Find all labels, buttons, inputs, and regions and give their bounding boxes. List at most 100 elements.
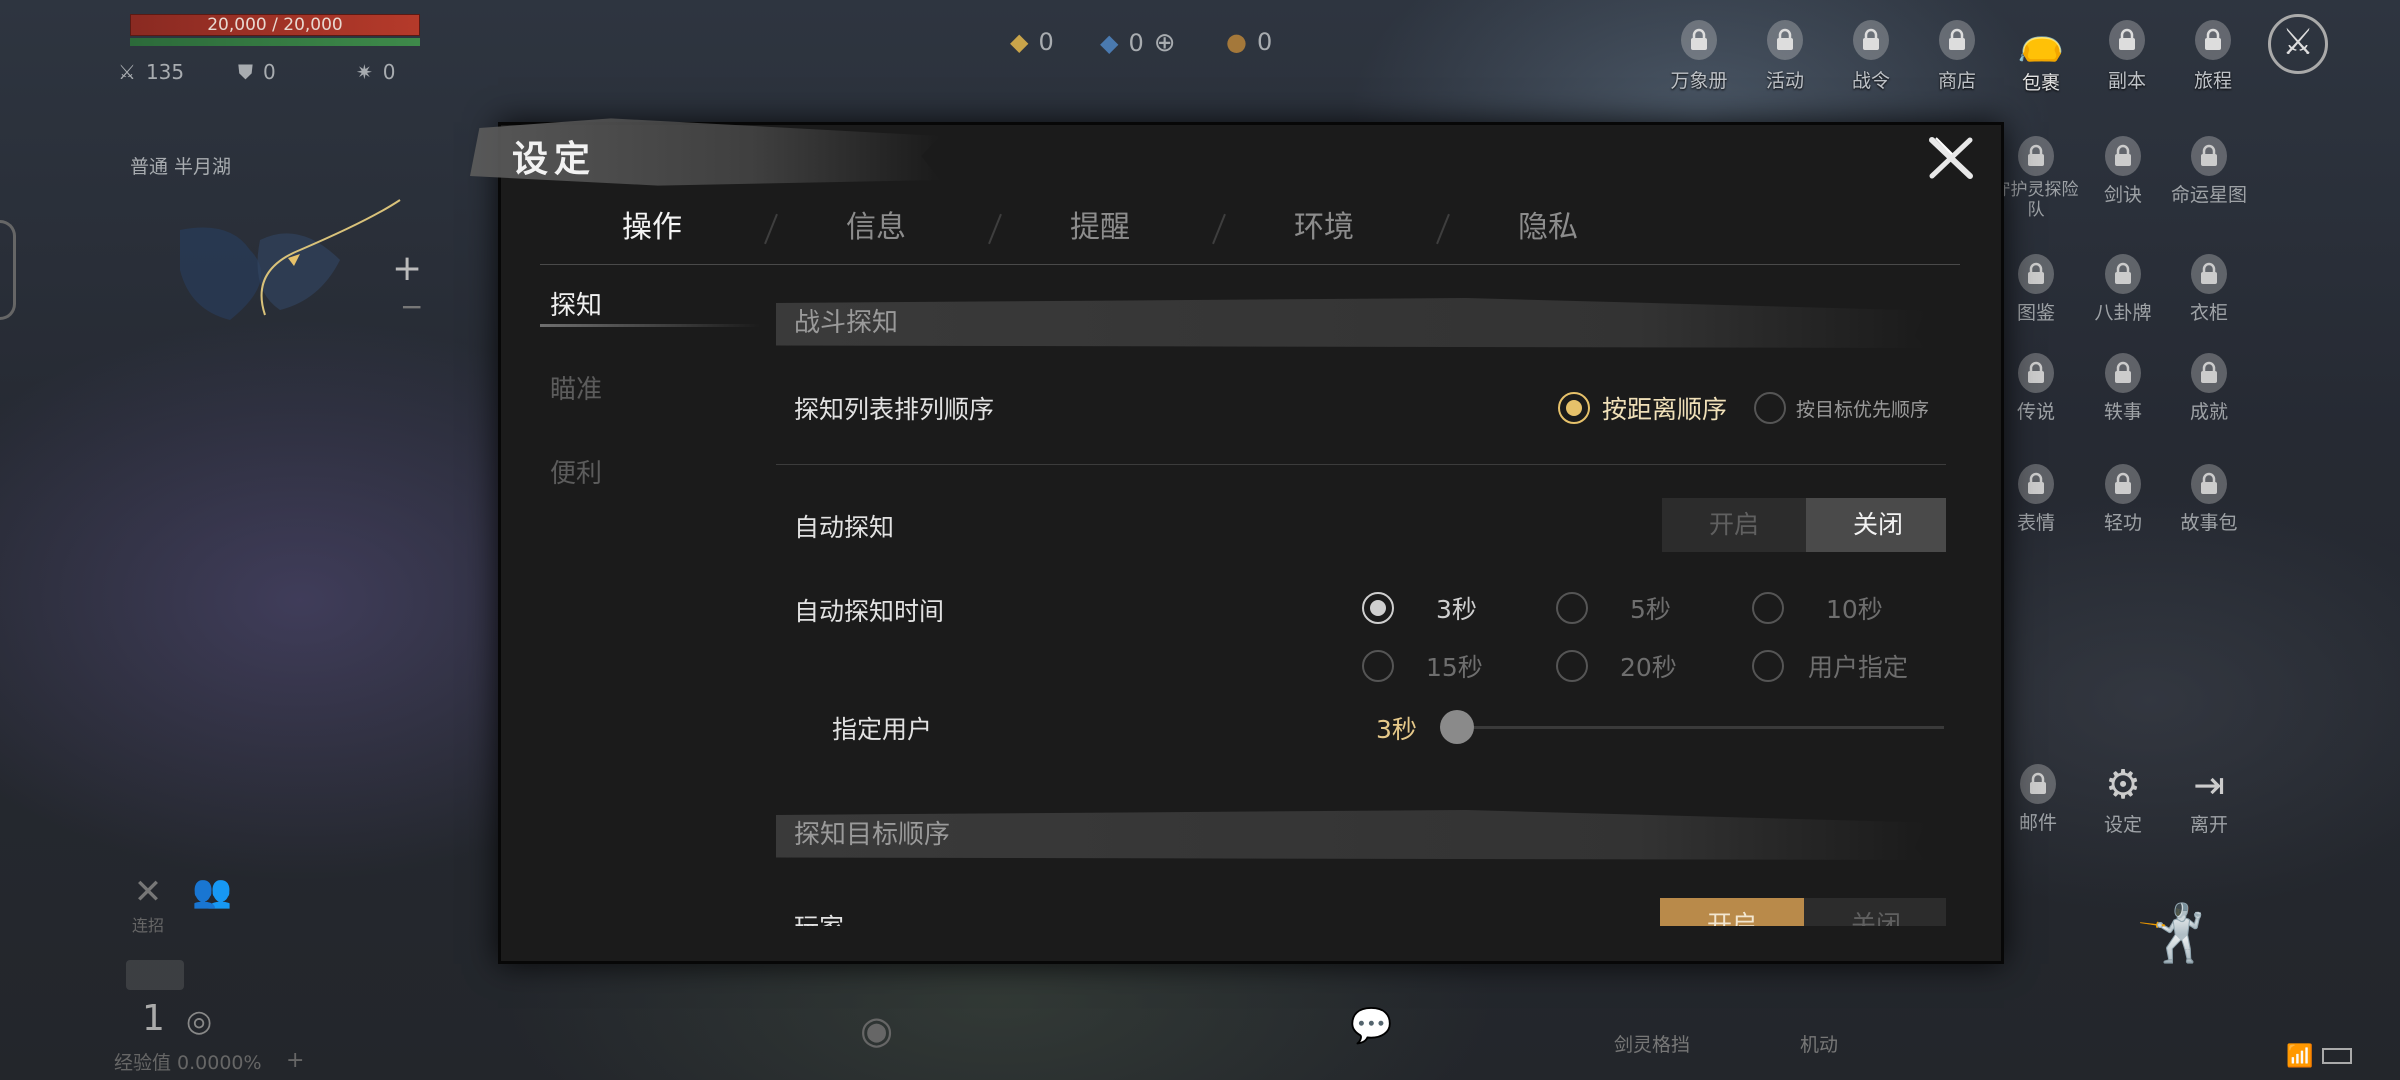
tab-info[interactable]: 信息	[764, 205, 1002, 264]
menu-guardian[interactable]: 守护灵探险队	[1992, 136, 2080, 220]
menu-wardrobe[interactable]: 衣柜	[2166, 254, 2252, 325]
slider-handle[interactable]	[1440, 710, 1474, 744]
combo-button[interactable]: ✕ 连招	[132, 872, 164, 936]
combat-toggle-icon[interactable]: ⚔	[2268, 14, 2328, 74]
time-option-3s[interactable]: 3秒	[1362, 590, 1477, 626]
menu-bag[interactable]: 👝 包裹	[1998, 20, 2084, 95]
zoom-in-icon[interactable]: +	[392, 248, 422, 289]
lock-icon	[1681, 20, 1717, 60]
menu-star-map[interactable]: 命运星图	[2166, 136, 2252, 220]
dodge-icon[interactable]: 🤺	[2136, 900, 2206, 966]
crossed-swords-icon: ✕	[133, 872, 163, 912]
lock-icon	[2105, 136, 2141, 176]
menu-emote[interactable]: 表情	[1992, 464, 2080, 535]
menu-codex[interactable]: 图鉴	[1992, 254, 2080, 325]
skill-mobility-label[interactable]: 机动	[1800, 1030, 1838, 1057]
top-menu: 万象册 活动 战令 商店 👝 包裹 副本 旅程	[1654, 20, 2256, 95]
slider-value: 3秒	[1376, 715, 1417, 744]
minimap[interactable]	[170, 180, 430, 360]
menu-story-pack[interactable]: 故事包	[2166, 464, 2252, 535]
lock-icon	[2191, 353, 2227, 393]
menu-exit[interactable]: ⇥ 离开	[2166, 764, 2252, 837]
close-icon	[1929, 137, 1973, 179]
menu-anecdote[interactable]: 轶事	[2080, 353, 2166, 424]
chat-icon[interactable]: 💬	[1350, 1006, 1392, 1046]
sort-by-distance-option[interactable]: 按距离顺序	[1558, 390, 1727, 426]
menu-legend[interactable]: 传说	[1992, 353, 2080, 424]
eye-icon[interactable]: ◉	[860, 1008, 893, 1052]
menu-dungeon[interactable]: 副本	[2084, 20, 2170, 95]
menu-journey[interactable]: 旅程	[2170, 20, 2256, 95]
custom-time-slider[interactable]	[1440, 710, 1944, 746]
time-option-custom[interactable]: 用户指定	[1752, 648, 1908, 684]
party-icon[interactable]: 👥	[192, 872, 232, 910]
player-toggle[interactable]: 开启 关闭	[1660, 898, 1946, 926]
section-header-combat-detect: 战斗探知	[776, 298, 1926, 348]
time-option-15s[interactable]: 15秒	[1362, 648, 1483, 684]
menu-sword-art[interactable]: 剑诀	[2080, 136, 2166, 220]
tab-environment[interactable]: 环境	[1212, 205, 1450, 264]
side-item-detect[interactable]: 探知	[548, 285, 738, 369]
globe-icon[interactable]: ◎	[186, 1004, 212, 1039]
radio-on-icon[interactable]	[1362, 592, 1394, 624]
menu-bagua[interactable]: 八卦牌	[2080, 254, 2166, 325]
time-option-10s[interactable]: 10秒	[1752, 590, 1883, 626]
radio-on-icon[interactable]	[1558, 392, 1590, 424]
extra-stat: ✷ 0	[356, 60, 396, 84]
menu-wanxiangce[interactable]: 万象册	[1654, 20, 1744, 95]
auto-detect-off[interactable]: 关闭	[1806, 498, 1946, 552]
exp-add-icon[interactable]: +	[286, 1048, 304, 1073]
exit-icon: ⇥	[2193, 763, 2225, 807]
tab-operation[interactable]: 操作	[540, 205, 778, 264]
settings-tabs: 操作 信息 提醒 环境 隐私	[540, 205, 1960, 265]
sort-by-priority-option[interactable]: 按目标优先顺序	[1754, 392, 1929, 424]
menu-activity[interactable]: 活动	[1744, 20, 1826, 95]
add-currency-icon[interactable]: ⊕	[1154, 28, 1176, 58]
lock-icon	[1939, 20, 1975, 60]
swords-icon: ⚔	[118, 60, 136, 84]
menu-shop[interactable]: 商店	[1916, 20, 1998, 95]
menu-settings[interactable]: ⚙ 设定	[2080, 764, 2166, 837]
settings-content[interactable]: 战斗探知 探知列表排列顺序 按距离顺序 按目标优先顺序 自动探知 开启 关闭 自…	[776, 298, 1946, 926]
sort-order-label: 探知列表排列顺序	[794, 395, 995, 424]
radio-off-icon[interactable]	[1362, 650, 1394, 682]
tab-reminder[interactable]: 提醒	[988, 205, 1226, 264]
camera-icon[interactable]	[126, 960, 184, 990]
side-item-convenience[interactable]: 便利	[548, 453, 738, 537]
menu-mail[interactable]: 邮件	[1996, 764, 2080, 837]
auto-detect-toggle[interactable]: 开启 关闭	[1662, 498, 1946, 552]
lock-icon	[2105, 464, 2141, 504]
wifi-icon: 📶	[2286, 1044, 2314, 1069]
defense-stat: ⛊ 0	[238, 60, 276, 84]
spark-icon: ✷	[356, 60, 373, 84]
player-on[interactable]: 开启	[1660, 898, 1804, 926]
right-bottom-menu: 邮件 ⚙ 设定 ⇥ 离开	[1996, 764, 2252, 837]
lock-icon	[2105, 353, 2141, 393]
currency-blue: ◆ 0 ⊕	[1100, 28, 1176, 58]
time-option-5s[interactable]: 5秒	[1556, 590, 1671, 626]
lock-icon	[2191, 136, 2227, 176]
side-item-aim[interactable]: 瞄准	[548, 369, 738, 453]
tab-privacy[interactable]: 隐私	[1436, 205, 1660, 264]
gold-diamond-icon: ◆	[1010, 28, 1029, 56]
menu-achievement[interactable]: 成就	[2166, 353, 2252, 424]
radio-off-icon[interactable]	[1556, 650, 1588, 682]
hp-bar: 20,000 / 20,000	[130, 14, 420, 36]
close-button[interactable]	[1922, 132, 1980, 184]
skill-block-label[interactable]: 剑灵格挡	[1614, 1030, 1690, 1057]
level-number: 1	[142, 998, 165, 1039]
coin-pouch-icon: ●	[1226, 28, 1247, 56]
player-off[interactable]: 关闭	[1804, 898, 1946, 926]
left-edge-handle[interactable]	[0, 220, 16, 320]
lock-icon	[2018, 136, 2054, 176]
radio-off-icon[interactable]	[1752, 592, 1784, 624]
auto-detect-on[interactable]: 开启	[1662, 498, 1806, 552]
radio-off-icon[interactable]	[1556, 592, 1588, 624]
time-option-20s[interactable]: 20秒	[1556, 648, 1677, 684]
radio-off-icon[interactable]	[1754, 392, 1786, 424]
menu-qinggong[interactable]: 轻功	[2080, 464, 2166, 535]
menu-battlepass[interactable]: 战令	[1826, 20, 1916, 95]
radio-off-icon[interactable]	[1752, 650, 1784, 682]
mp-bar	[130, 38, 420, 46]
zoom-out-icon[interactable]: −	[400, 290, 423, 323]
